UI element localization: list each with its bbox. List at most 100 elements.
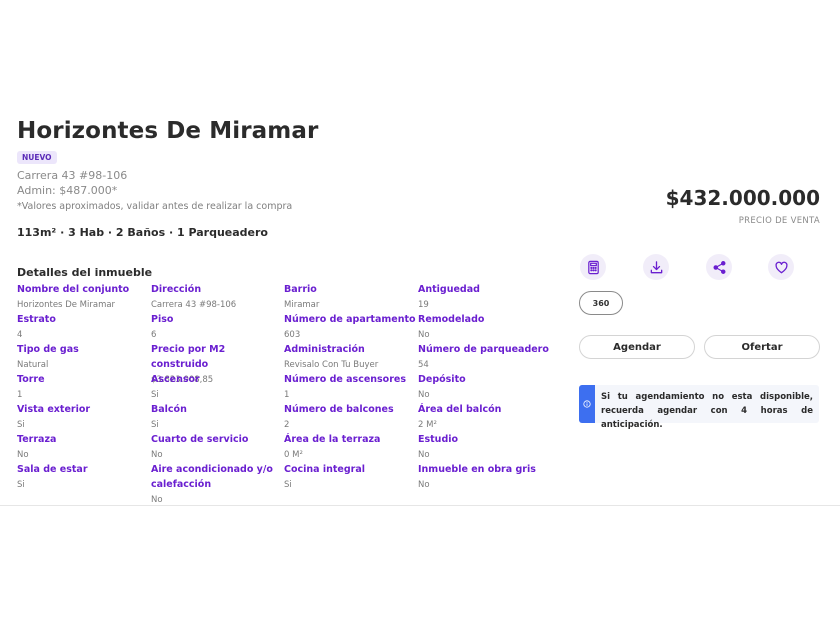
download-button[interactable] bbox=[643, 254, 669, 280]
detail-label: Depósito bbox=[418, 374, 466, 385]
detail-item: Cuarto de servicio No bbox=[151, 432, 285, 463]
detail-value: 1 bbox=[17, 390, 23, 400]
detail-item: Número de ascensores 1 bbox=[284, 372, 418, 403]
detail-value: 4 bbox=[17, 330, 23, 340]
detail-item: Vista exterior Si bbox=[17, 402, 151, 433]
detail-item: Número de parqueadero 54 bbox=[418, 342, 552, 373]
property-title: Horizontes De Miramar bbox=[17, 118, 319, 144]
detail-item: Piso 6 bbox=[151, 312, 285, 343]
detail-value: No bbox=[418, 330, 430, 340]
detail-label: Número de balcones bbox=[284, 404, 394, 415]
detail-item: Cocina integral Si bbox=[284, 462, 418, 493]
detail-item: Nombre del conjunto Horizontes De Miramar bbox=[17, 282, 151, 313]
detail-item: Dirección Carrera 43 #98-106 bbox=[151, 282, 285, 313]
detail-label: Antiguedad bbox=[418, 284, 480, 295]
share-button[interactable] bbox=[706, 254, 732, 280]
alert-text: Si tu agendamiento no esta disponible, r… bbox=[601, 392, 813, 430]
calculator-button[interactable] bbox=[580, 254, 606, 280]
detail-value: No bbox=[17, 450, 29, 460]
detail-value: No bbox=[418, 450, 430, 460]
detail-item: Área del balcón 2 M² bbox=[418, 402, 552, 433]
property-address: Carrera 43 #98-106 bbox=[17, 169, 128, 182]
heart-icon bbox=[774, 261, 788, 273]
status-badge: NUEVO bbox=[17, 151, 57, 164]
detail-value: 1 bbox=[284, 390, 290, 400]
detail-label: Terraza bbox=[17, 434, 57, 445]
detail-item: Estudio No bbox=[418, 432, 552, 463]
detail-label: Remodelado bbox=[418, 314, 485, 325]
detail-label: Balcón bbox=[151, 404, 187, 415]
detail-item: Torre 1 bbox=[17, 372, 151, 403]
detail-label: Piso bbox=[151, 314, 174, 325]
detail-label: Número de ascensores bbox=[284, 374, 406, 385]
detail-item: Antiguedad 19 bbox=[418, 282, 552, 313]
detail-value: Revisalo Con Tu Buyer bbox=[284, 360, 379, 370]
offer-button[interactable]: Ofertar bbox=[704, 335, 820, 359]
detail-value: 54 bbox=[418, 360, 429, 370]
detail-value: No bbox=[418, 390, 430, 400]
detail-value: 19 bbox=[418, 300, 429, 310]
share-icon bbox=[713, 260, 725, 274]
detail-label: Ascensor bbox=[151, 374, 200, 385]
detail-value: 2 M² bbox=[418, 420, 437, 430]
detail-label: Barrio bbox=[284, 284, 317, 295]
detail-value: Si bbox=[17, 420, 25, 430]
info-icon bbox=[579, 385, 595, 423]
detail-label: Precio por M2 construido bbox=[151, 344, 226, 370]
detail-label: Vista exterior bbox=[17, 404, 91, 415]
detail-value: 2 bbox=[284, 420, 290, 430]
virtual-tour-button[interactable]: 360 bbox=[579, 291, 623, 315]
detail-item: Sala de estar Si bbox=[17, 462, 151, 493]
detail-label: Número de apartamento bbox=[284, 314, 416, 325]
detail-value: Si bbox=[151, 420, 159, 430]
detail-item: Tipo de gas Natural bbox=[17, 342, 151, 373]
detail-item: Estrato 4 bbox=[17, 312, 151, 343]
download-icon bbox=[650, 260, 662, 273]
detail-item: Número de apartamento 603 bbox=[284, 312, 418, 343]
favorite-button[interactable] bbox=[768, 254, 794, 280]
detail-value: Carrera 43 #98-106 bbox=[151, 300, 237, 310]
detail-label: Inmueble en obra gris bbox=[418, 464, 536, 475]
admin-fee: Admin: $487.000* bbox=[17, 184, 118, 197]
detail-item: Número de balcones 2 bbox=[284, 402, 418, 433]
detail-item: Ascensor Si bbox=[151, 372, 285, 403]
sale-price: $432.000.000 bbox=[665, 186, 820, 210]
detail-label: Aire acondicionado y/o calefacción bbox=[151, 464, 273, 490]
detail-item: Depósito No bbox=[418, 372, 552, 403]
detail-item: Aire acondicionado y/o calefacción No bbox=[151, 462, 285, 508]
detail-label: Número de parqueadero bbox=[418, 344, 549, 355]
calculator-icon bbox=[587, 260, 599, 274]
detail-value: Natural bbox=[17, 360, 49, 370]
details-title: Detalles del inmueble bbox=[17, 266, 153, 279]
detail-value: No bbox=[418, 480, 430, 490]
detail-label: Sala de estar bbox=[17, 464, 88, 475]
detail-label: Torre bbox=[17, 374, 45, 385]
detail-value: Si bbox=[151, 390, 159, 400]
detail-item: Inmueble en obra gris No bbox=[418, 462, 552, 493]
schedule-button[interactable]: Agendar bbox=[579, 335, 695, 359]
detail-value: Si bbox=[284, 480, 292, 490]
detail-value: Miramar bbox=[284, 300, 320, 310]
detail-item: Remodelado No bbox=[418, 312, 552, 343]
detail-label: Tipo de gas bbox=[17, 344, 79, 355]
detail-label: Área de la terraza bbox=[284, 434, 381, 445]
detail-value: 0 M² bbox=[284, 450, 303, 460]
detail-item: Barrio Miramar bbox=[284, 282, 418, 313]
section-divider bbox=[0, 505, 840, 506]
detail-item: Administración Revisalo Con Tu Buyer bbox=[284, 342, 418, 373]
schedule-alert: Si tu agendamiento no esta disponible, r… bbox=[579, 385, 819, 430]
detail-item: Área de la terraza 0 M² bbox=[284, 432, 418, 463]
detail-value: Si bbox=[17, 480, 25, 490]
price-disclaimer: *Valores aproximados, validar antes de r… bbox=[17, 201, 293, 212]
detail-label: Dirección bbox=[151, 284, 202, 295]
detail-label: Área del balcón bbox=[418, 404, 502, 415]
detail-value: No bbox=[151, 450, 163, 460]
property-summary: 113m² · 3 Hab · 2 Baños · 1 Parqueadero bbox=[17, 226, 268, 239]
detail-label: Cuarto de servicio bbox=[151, 434, 249, 445]
detail-value: 6 bbox=[151, 330, 157, 340]
detail-label: Estrato bbox=[17, 314, 56, 325]
detail-item: Terraza No bbox=[17, 432, 151, 463]
tour-360-icon: 360 bbox=[592, 298, 610, 308]
detail-item: Balcón Si bbox=[151, 402, 285, 433]
detail-label: Cocina integral bbox=[284, 464, 366, 475]
